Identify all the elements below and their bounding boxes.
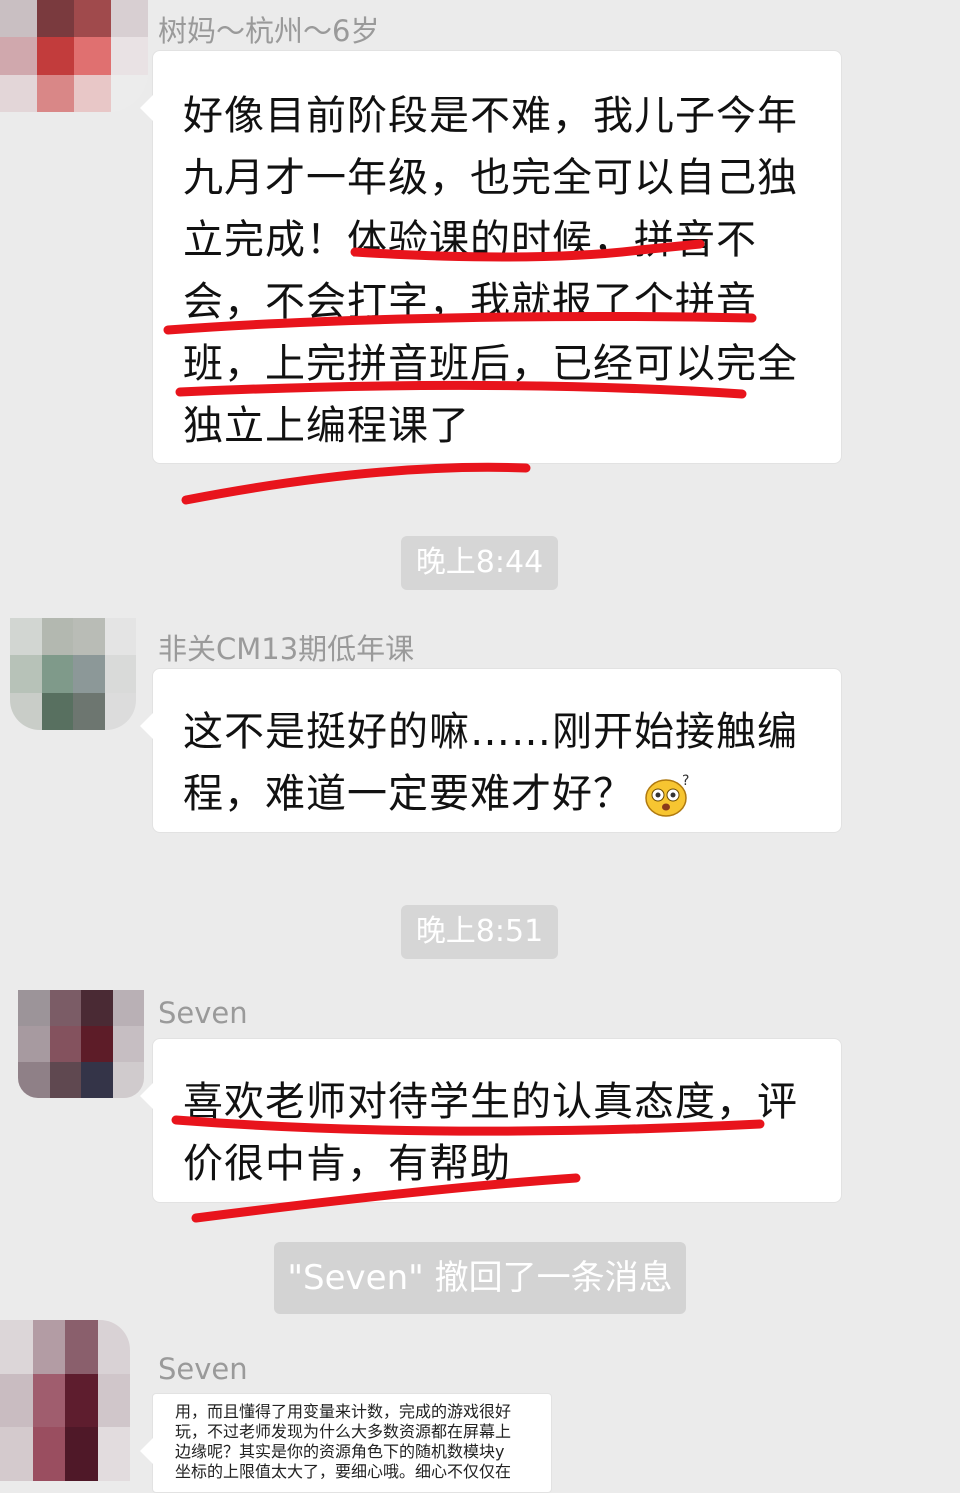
avatar[interactable] (0, 1320, 130, 1481)
timestamp: 晚上8:51 (401, 905, 558, 959)
message-text: 程，难道一定要难才好？ (183, 771, 634, 817)
sender-name: 非关CM13期低年课 (158, 632, 415, 666)
message-text-line: 喜欢老师对待学生的认真态度，评 (183, 1079, 798, 1125)
message-text-line: 独立上编程课了 (183, 403, 470, 449)
message-text-line: 会，不会打字，我就报了个拼音 (183, 279, 757, 325)
underline-mark (181, 462, 531, 505)
avatar[interactable] (10, 618, 136, 730)
timestamp: 晚上8:44 (401, 536, 558, 590)
avatar[interactable] (0, 0, 148, 112)
message-text-line: 九月才一年级，也完全可以自己独 (183, 155, 798, 201)
sender-name: Seven (158, 1352, 248, 1386)
image-text-line: 坐标的上限值太大了，要细心哦。细心不仅仅在 (175, 1462, 512, 1481)
svg-text:?: ? (682, 774, 690, 789)
message-text-line: 立完成！体验课的时候，拼音不 (183, 217, 757, 263)
avatar[interactable] (18, 990, 144, 1098)
message-text-line: 程，难道一定要难才好？ ? (183, 761, 692, 819)
sender-name: Seven (158, 996, 248, 1030)
image-message[interactable]: 用，而且懂得了用变量来计数，完成的游戏很好 玩，不过老师发现为什么大多数资源都在… (140, 1393, 552, 1493)
message-bubble[interactable]: 喜欢老师对待学生的认真态度，评 价很中肯，有帮助 (140, 1038, 842, 1203)
dizzy-face-emoji-icon: ? (644, 773, 692, 818)
message-text-line: 班，上完拼音班后，已经可以完全 (183, 341, 798, 387)
message-text-line: 价很中肯，有帮助 (183, 1141, 511, 1187)
message-bubble[interactable]: 好像目前阶段是不难，我儿子今年 九月才一年级，也完全可以自己独 立完成！体验课的… (140, 50, 842, 464)
message-text-line: 这不是挺好的嘛……刚开始接触编 (183, 709, 798, 755)
message-text-line: 好像目前阶段是不难，我儿子今年 (183, 93, 798, 139)
recall-notice: "Seven" 撤回了一条消息 (274, 1242, 686, 1314)
message-bubble[interactable]: 这不是挺好的嘛……刚开始接触编 程，难道一定要难才好？ ? (140, 668, 842, 833)
sender-name: 树妈～杭州～6岁 (158, 14, 380, 48)
